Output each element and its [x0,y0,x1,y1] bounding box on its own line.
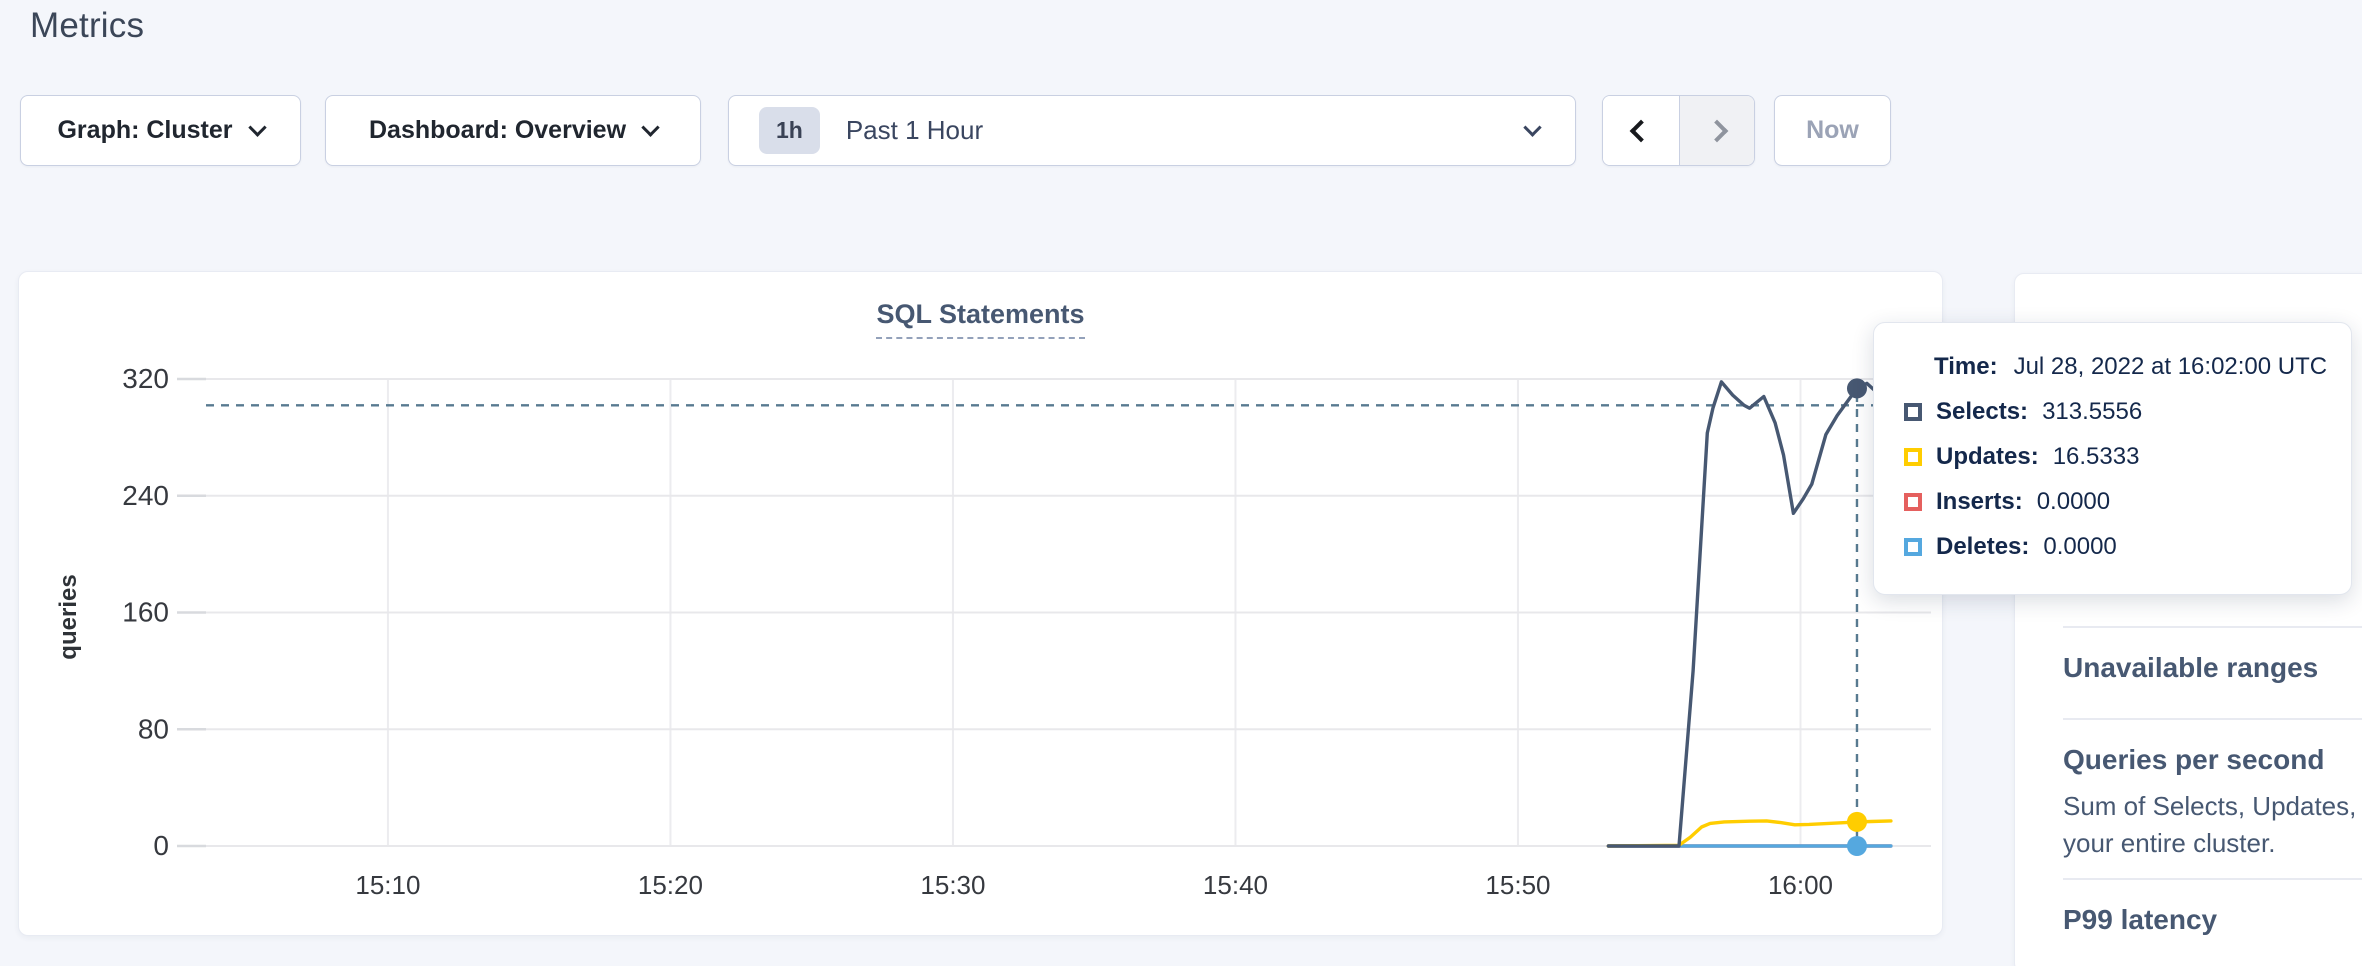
tooltip-row-updates: Updates: 16.5333 [1904,443,2351,471]
time-range-label: Past 1 Hour [846,115,983,146]
tooltip-time-row: Time: Jul 28, 2022 at 16:02:00 UTC [1934,353,2351,381]
time-range-selector[interactable]: 1h Past 1 Hour [728,95,1576,166]
tooltip-series-rows: Selects: 313.5556Updates: 16.5333 Inserts: 0… [1904,398,2351,561]
series-value: 0.0000 [2043,533,2116,561]
series-label: Inserts: [1936,488,2023,516]
dashboard-dropdown-label: Dashboard: Overview [369,116,626,145]
x-tick-label: 15:20 [638,870,703,900]
tooltip-row-deletes: Deletes: 0.0000 [1904,533,2351,561]
y-tick-label: 80 [138,713,169,744]
sidebar-item-title: Queries per second [2063,744,2324,776]
series-label: Deletes: [1936,533,2029,561]
tooltip-row-selects: Selects: 313.5556 [1904,398,2351,426]
graph-scope-dropdown-label: Graph: Cluster [57,116,232,145]
sidebar-divider [2063,626,2362,628]
sidebar-item-description: Sum of Selects, Updates, Inser your enti… [2063,788,2362,862]
y-axis-label: queries [55,574,82,659]
next-time-window-button[interactable] [1679,96,1755,165]
x-tick-label: 15:50 [1485,870,1550,900]
hover-dot-deletes [1847,836,1867,856]
series-value: 0.0000 [2037,488,2110,516]
y-tick-label: 160 [122,597,169,628]
y-tick-label: 240 [122,480,169,511]
sidebar-divider [2063,718,2362,720]
series-line-selects [1608,382,1888,846]
metrics-page: { "page": { "title": "Metrics" }, "toolb… [0,0,2362,966]
series-swatch-icon [1904,493,1922,511]
x-tick-label: 15:10 [355,870,420,900]
chevron-down-icon [641,118,659,136]
sql-statements-plot[interactable]: 15:10 15:20 15:30 15:40 15:50 16:00 0 80 160 240 3… [19,272,1944,935]
x-tick-label: 15:30 [920,870,985,900]
sql-statements-chart-card: SQL Statements 15:1015:2015:3015:4015:50… [18,271,1943,936]
series-value: 16.5333 [2053,443,2140,471]
series-swatch-icon [1904,448,1922,466]
tooltip-time-label: Time: [1934,353,1998,380]
series-label: Updates: [1936,443,2039,471]
tooltip-time-value: Jul 28, 2022 at 16:02:00 UTC [2014,353,2328,380]
y-tick-label: 320 [122,363,169,394]
x-tick-label: 15:40 [1203,870,1268,900]
y-tick-label: 0 [153,830,169,861]
previous-time-window-button[interactable] [1603,96,1679,165]
series-swatch-icon [1904,538,1922,556]
chevron-right-icon [1705,119,1728,142]
dashboard-dropdown[interactable]: Dashboard: Overview [325,95,701,166]
series-label: Selects: [1936,398,2028,426]
time-pager [1602,95,1755,166]
chart-hover-tooltip: Time: Jul 28, 2022 at 16:02:00 UTC Select… [1873,322,2352,595]
tooltip-row-inserts: Inserts: 0.0000 [1904,488,2351,516]
hover-dot-selects [1847,378,1867,398]
hover-dot-updates [1847,812,1867,832]
time-range-badge: 1h [759,107,820,154]
x-tick-label: 16:00 [1768,870,1833,900]
series-swatch-icon [1904,403,1922,421]
sidebar-item-title: P99 latency [2063,904,2217,936]
sidebar-item-title: Unavailable ranges [2063,652,2318,684]
chevron-down-icon [248,118,266,136]
page-title: Metrics [30,6,144,46]
series-value: 313.5556 [2042,398,2142,426]
graph-scope-dropdown[interactable]: Graph: Cluster [20,95,301,166]
sidebar-divider [2063,878,2362,880]
now-button[interactable]: Now [1774,95,1891,166]
chevron-left-icon [1629,119,1652,142]
chevron-down-icon [1523,118,1541,136]
